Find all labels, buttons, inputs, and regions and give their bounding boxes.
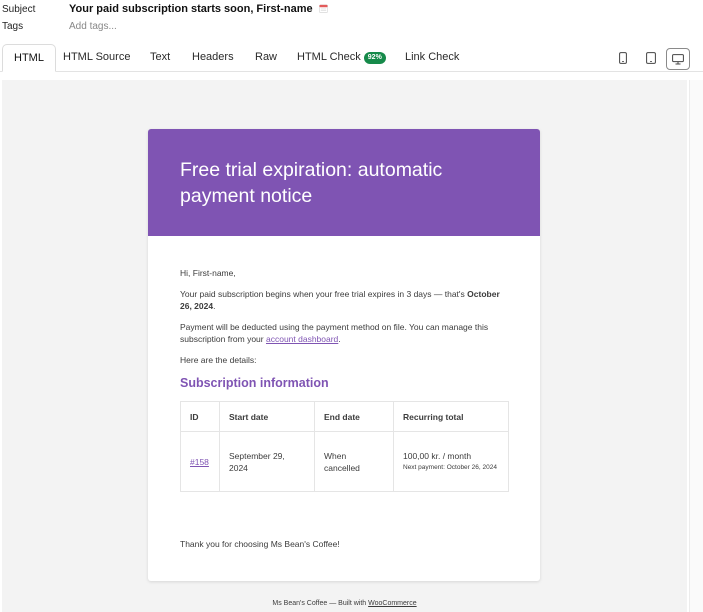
- tab-text[interactable]: Text: [139, 44, 181, 70]
- email-preview-pane: Free trial expiration: automatic payment…: [2, 80, 687, 612]
- email-title: Free trial expiration: automatic payment…: [180, 159, 443, 207]
- table-header-row: ID Start date End date Recurring total: [180, 401, 509, 432]
- tab-link-check[interactable]: Link Check: [394, 44, 470, 70]
- email-footer: Ms Bean's Coffee — Built with WooCommerc…: [2, 600, 687, 607]
- tags-input[interactable]: Add tags...: [69, 21, 117, 32]
- mobile-view-button[interactable]: [612, 48, 634, 68]
- subscription-id-cell: #158: [180, 431, 220, 492]
- tab-html-check[interactable]: HTML Check 92%: [286, 44, 397, 70]
- subscription-id-link[interactable]: #158: [190, 457, 209, 467]
- subscription-table: ID Start date End date Recurring total #…: [180, 401, 509, 492]
- tab-raw[interactable]: Raw: [244, 44, 288, 70]
- tab-label: HTML Source: [63, 51, 131, 63]
- desktop-view-button[interactable]: [666, 48, 690, 70]
- greeting: Hi, First-name,: [180, 268, 236, 278]
- next-payment-note: Next payment: October 26, 2024: [403, 464, 497, 471]
- recurring-total-cell: 100,00 kr. / month Next payment: October…: [393, 431, 509, 492]
- tab-label: HTML: [14, 52, 44, 64]
- subject-label: Subject: [2, 3, 36, 15]
- desktop-icon: [672, 53, 684, 64]
- trial-text: Your paid subscription begins when your …: [180, 289, 468, 299]
- payment-suffix: .: [338, 334, 341, 344]
- subject-text: Your paid subscription starts soon, Firs…: [69, 3, 313, 15]
- end-date-cell: When cancelled: [314, 431, 394, 492]
- tab-html[interactable]: HTML: [2, 44, 56, 72]
- footer-text: Ms Bean's Coffee — Built with: [272, 600, 369, 607]
- trial-paragraph: Your paid subscription begins when your …: [180, 288, 510, 312]
- subject-value: Your paid subscription starts soon, Firs…: [69, 3, 329, 15]
- woocommerce-link[interactable]: WooCommerce: [368, 600, 417, 607]
- subscription-heading: Subscription information: [180, 376, 329, 390]
- tab-headers[interactable]: Headers: [181, 44, 245, 70]
- preview-scrollbar[interactable]: [689, 80, 703, 612]
- trial-suffix: .: [213, 301, 216, 311]
- account-dashboard-link[interactable]: account dashboard: [266, 334, 338, 344]
- email-body: Hi, First-name, Your paid subscription b…: [180, 267, 510, 492]
- column-header-end-date: End date: [314, 401, 394, 432]
- tab-label: Text: [150, 51, 171, 63]
- tab-label: Raw: [255, 51, 278, 63]
- payment-paragraph: Payment will be deducted using the payme…: [180, 321, 510, 345]
- tab-label: Headers: [192, 51, 234, 63]
- column-header-start-date: Start date: [219, 401, 315, 432]
- view-tabs: HTML HTML Source Text Headers Raw HTML C…: [0, 42, 703, 72]
- tags-label: Tags: [2, 20, 24, 32]
- tab-label: HTML Check: [297, 51, 361, 63]
- score-badge: 92%: [363, 52, 386, 64]
- start-date-cell: September 29, 2024: [219, 431, 315, 492]
- tab-html-source[interactable]: HTML Source: [52, 44, 141, 70]
- email-card: Free trial expiration: automatic payment…: [148, 129, 540, 581]
- tablet-icon: [646, 52, 656, 64]
- email-header: Free trial expiration: automatic payment…: [148, 129, 540, 236]
- calendar-emoji-icon: [319, 4, 329, 13]
- recurring-amount: 100,00 kr. / month: [403, 451, 472, 461]
- table-row: #158 September 29, 2024 When cancelled 1…: [180, 431, 509, 492]
- mobile-icon: [619, 52, 627, 64]
- tab-label: Link Check: [405, 51, 460, 63]
- tablet-view-button[interactable]: [640, 48, 662, 68]
- column-header-id: ID: [180, 401, 220, 432]
- details-intro: Here are the details:: [180, 355, 257, 365]
- thanks-message: Thank you for choosing Ms Bean's Coffee!: [180, 539, 340, 549]
- column-header-recurring-total: Recurring total: [393, 401, 509, 432]
